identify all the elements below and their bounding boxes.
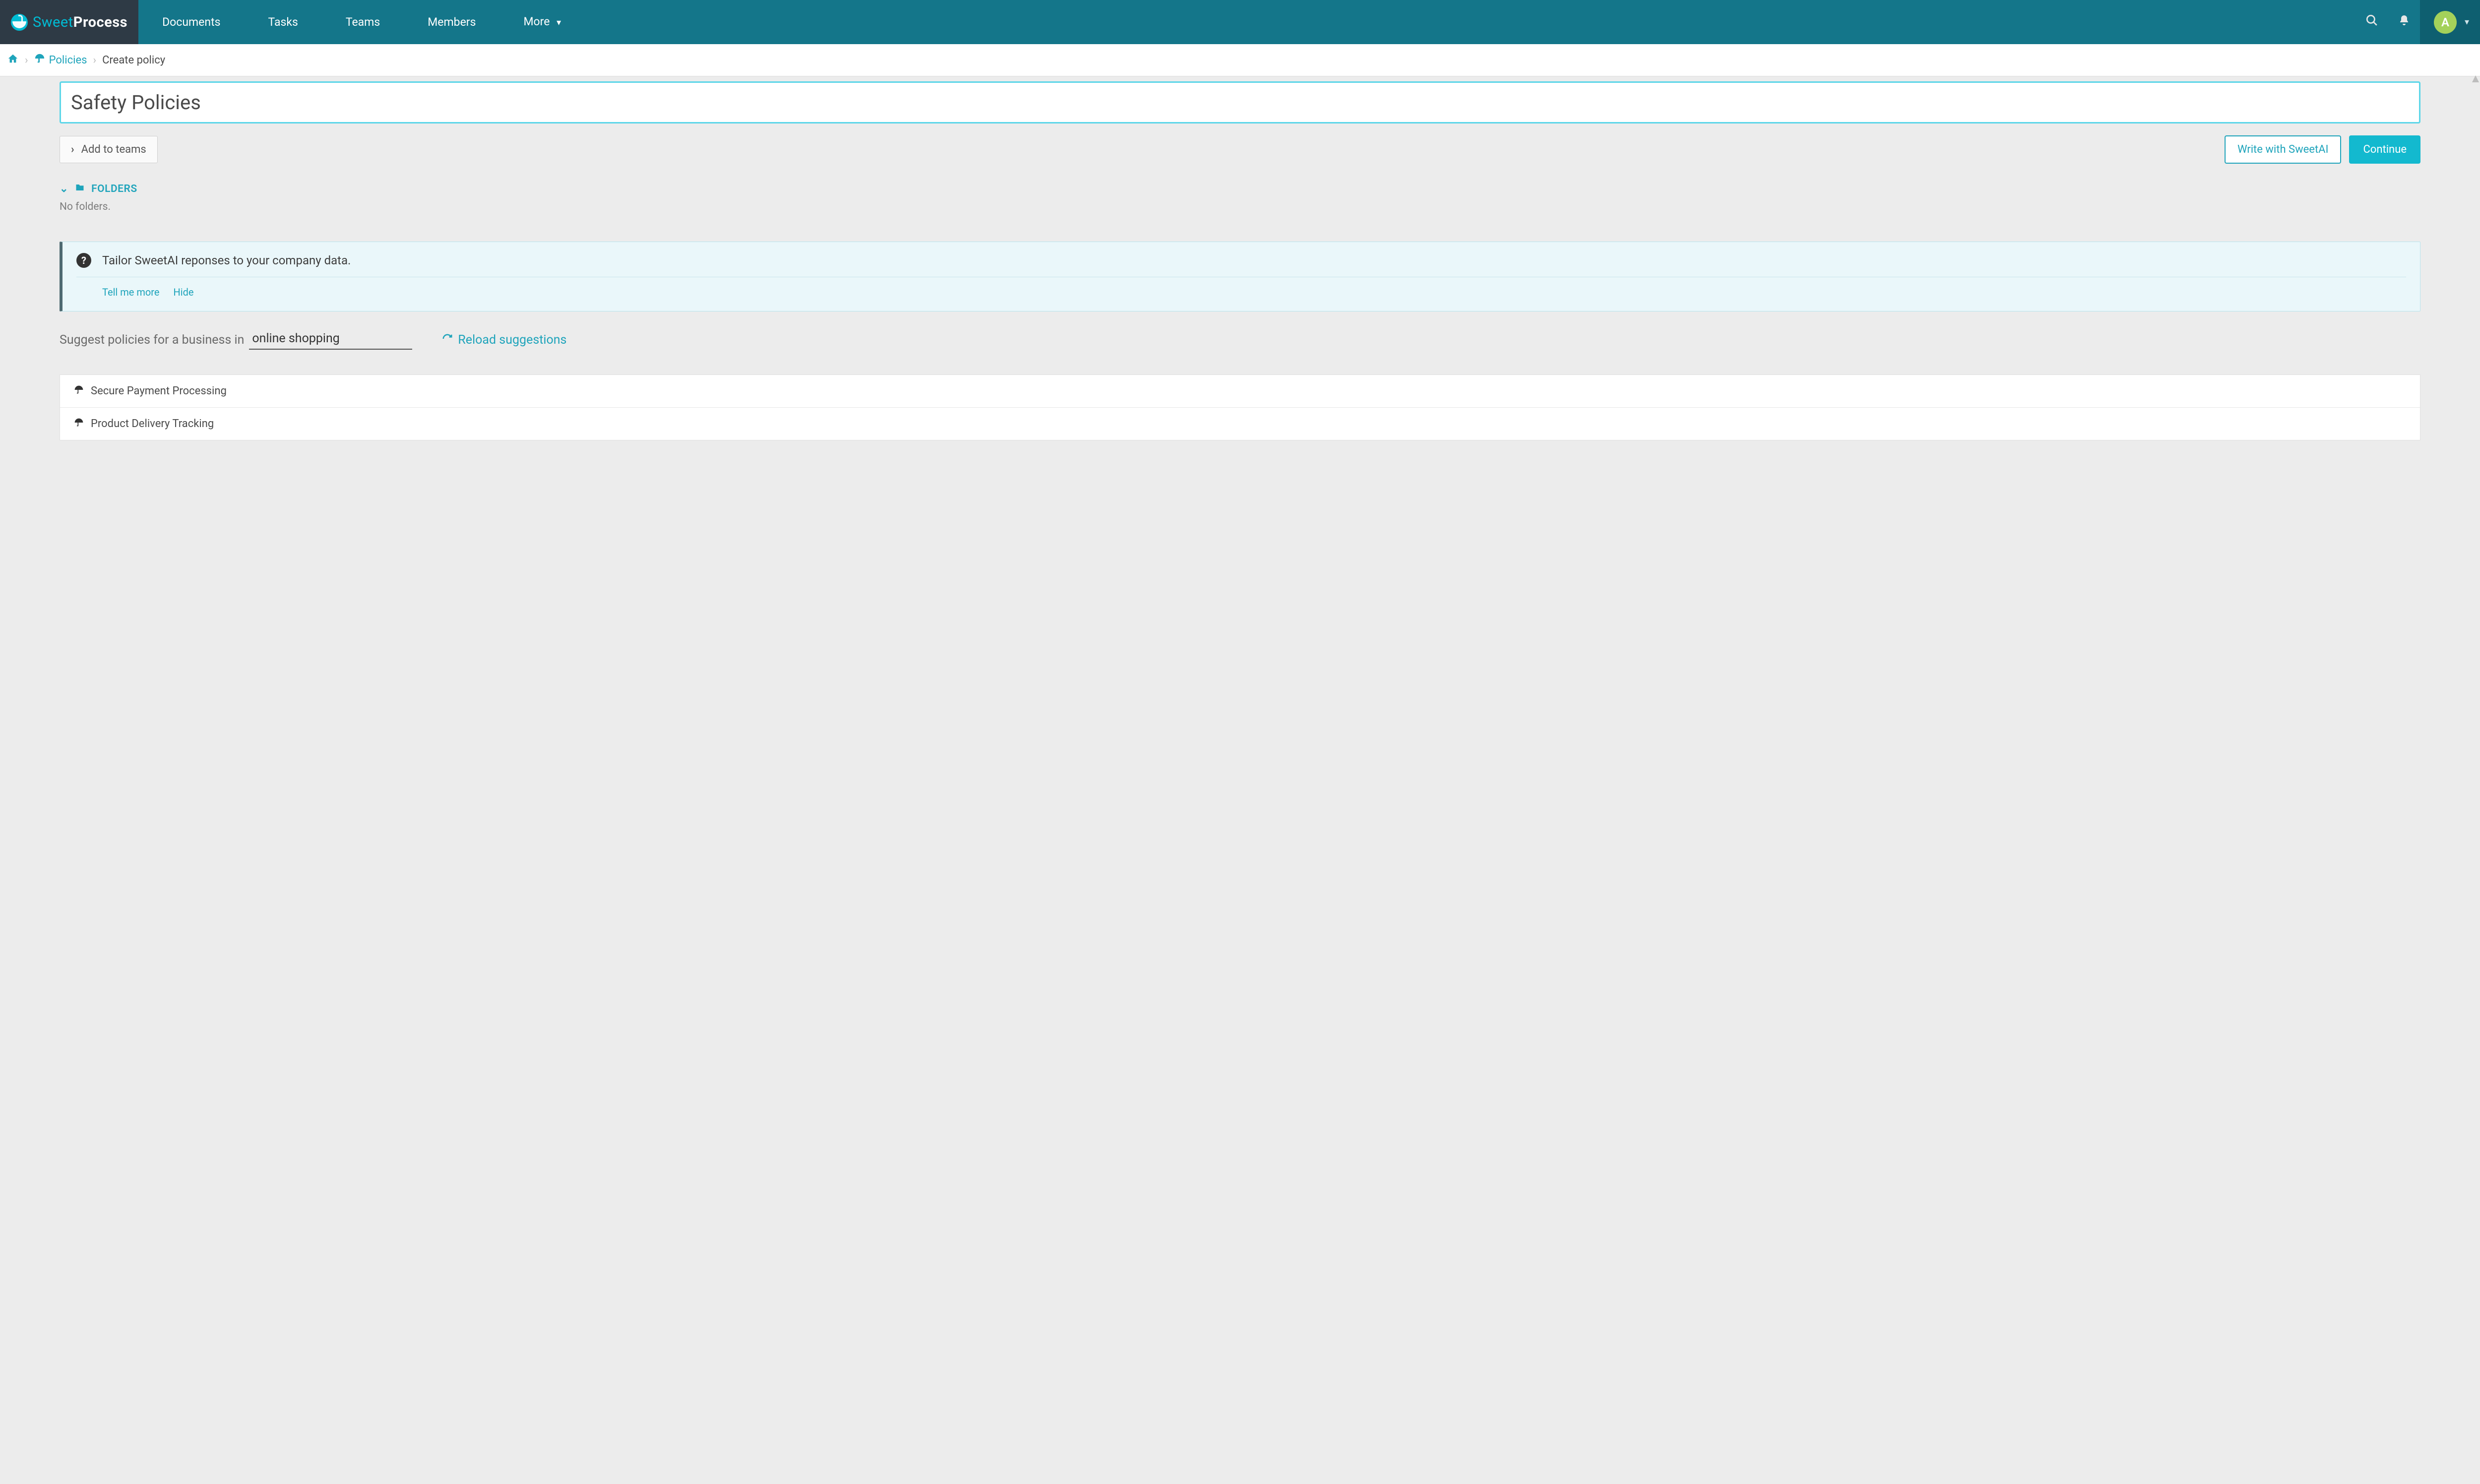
suggest-row: Suggest policies for a business in Reloa… — [60, 330, 2420, 350]
add-to-teams-label: Add to teams — [81, 143, 146, 156]
logo-icon — [11, 14, 28, 31]
logo[interactable]: SweetProcess — [0, 0, 138, 44]
folders-toggle[interactable]: ⌄ FOLDERS — [60, 183, 2420, 195]
breadcrumb-sep: › — [93, 54, 96, 66]
action-row: › Add to teams Write with SweetAI Contin… — [60, 135, 2420, 164]
umbrella-icon — [74, 418, 84, 430]
user-menu[interactable]: A ▾ — [2420, 0, 2480, 44]
hide-link[interactable]: Hide — [174, 286, 194, 298]
reload-icon — [442, 333, 453, 347]
info-message: Tailor SweetAI reponses to your company … — [102, 253, 351, 267]
help-icon[interactable]: ? — [76, 253, 91, 268]
business-type-input[interactable] — [249, 330, 412, 350]
suggestion-label: Product Delivery Tracking — [91, 418, 214, 430]
breadcrumb: › Policies › Create policy — [0, 44, 2480, 76]
chevron-down-icon: ▾ — [557, 17, 561, 28]
write-with-sweetai-button[interactable]: Write with SweetAI — [2225, 135, 2342, 164]
bell-icon[interactable] — [2388, 14, 2420, 30]
avatar: A — [2434, 11, 2457, 34]
chevron-down-icon: ⌄ — [60, 183, 68, 195]
nav-more[interactable]: More ▾ — [499, 0, 585, 45]
nav-more-label: More — [523, 15, 550, 28]
nav-members[interactable]: Members — [404, 0, 499, 44]
continue-button[interactable]: Continue — [2349, 135, 2420, 164]
suggestion-item[interactable]: Product Delivery Tracking — [60, 408, 2420, 440]
suggestion-list: Secure Payment Processing Product Delive… — [60, 374, 2420, 440]
breadcrumb-current: Create policy — [102, 54, 165, 66]
nav-documents[interactable]: Documents — [138, 0, 244, 44]
nav-teams[interactable]: Teams — [322, 0, 404, 44]
folder-icon — [74, 183, 85, 195]
logo-text: SweetProcess — [33, 14, 127, 31]
folders-empty-text: No folders. — [60, 201, 2420, 213]
policy-title-input[interactable] — [60, 81, 2420, 124]
umbrella-icon — [34, 53, 45, 67]
app-header: SweetProcess Documents Tasks Teams Membe… — [0, 0, 2480, 44]
header-right: A ▾ — [2356, 0, 2480, 44]
breadcrumb-policies-label: Policies — [49, 54, 87, 66]
reload-suggestions-label: Reload suggestions — [458, 333, 566, 347]
tell-me-more-link[interactable]: Tell me more — [102, 286, 160, 298]
suggest-prefix: Suggest policies for a business in — [60, 333, 244, 347]
breadcrumb-sep: › — [25, 54, 28, 66]
main-content: › Add to teams Write with SweetAI Contin… — [0, 76, 2480, 440]
chevron-down-icon: ▾ — [2465, 17, 2469, 27]
breadcrumb-policies[interactable]: Policies — [34, 53, 87, 67]
umbrella-icon — [74, 385, 84, 397]
home-icon[interactable] — [7, 53, 19, 67]
folders-label: FOLDERS — [91, 183, 137, 195]
suggestion-label: Secure Payment Processing — [91, 385, 227, 397]
nav-tasks[interactable]: Tasks — [244, 0, 321, 44]
sweetai-info-panel: ? Tailor SweetAI reponses to your compan… — [60, 242, 2420, 311]
reload-suggestions-link[interactable]: Reload suggestions — [442, 333, 566, 347]
add-to-teams-button[interactable]: › Add to teams — [60, 136, 158, 163]
suggestion-item[interactable]: Secure Payment Processing — [60, 375, 2420, 408]
main-nav: Documents Tasks Teams Members More ▾ — [138, 0, 585, 44]
chevron-right-icon: › — [71, 143, 74, 156]
search-icon[interactable] — [2356, 14, 2388, 30]
